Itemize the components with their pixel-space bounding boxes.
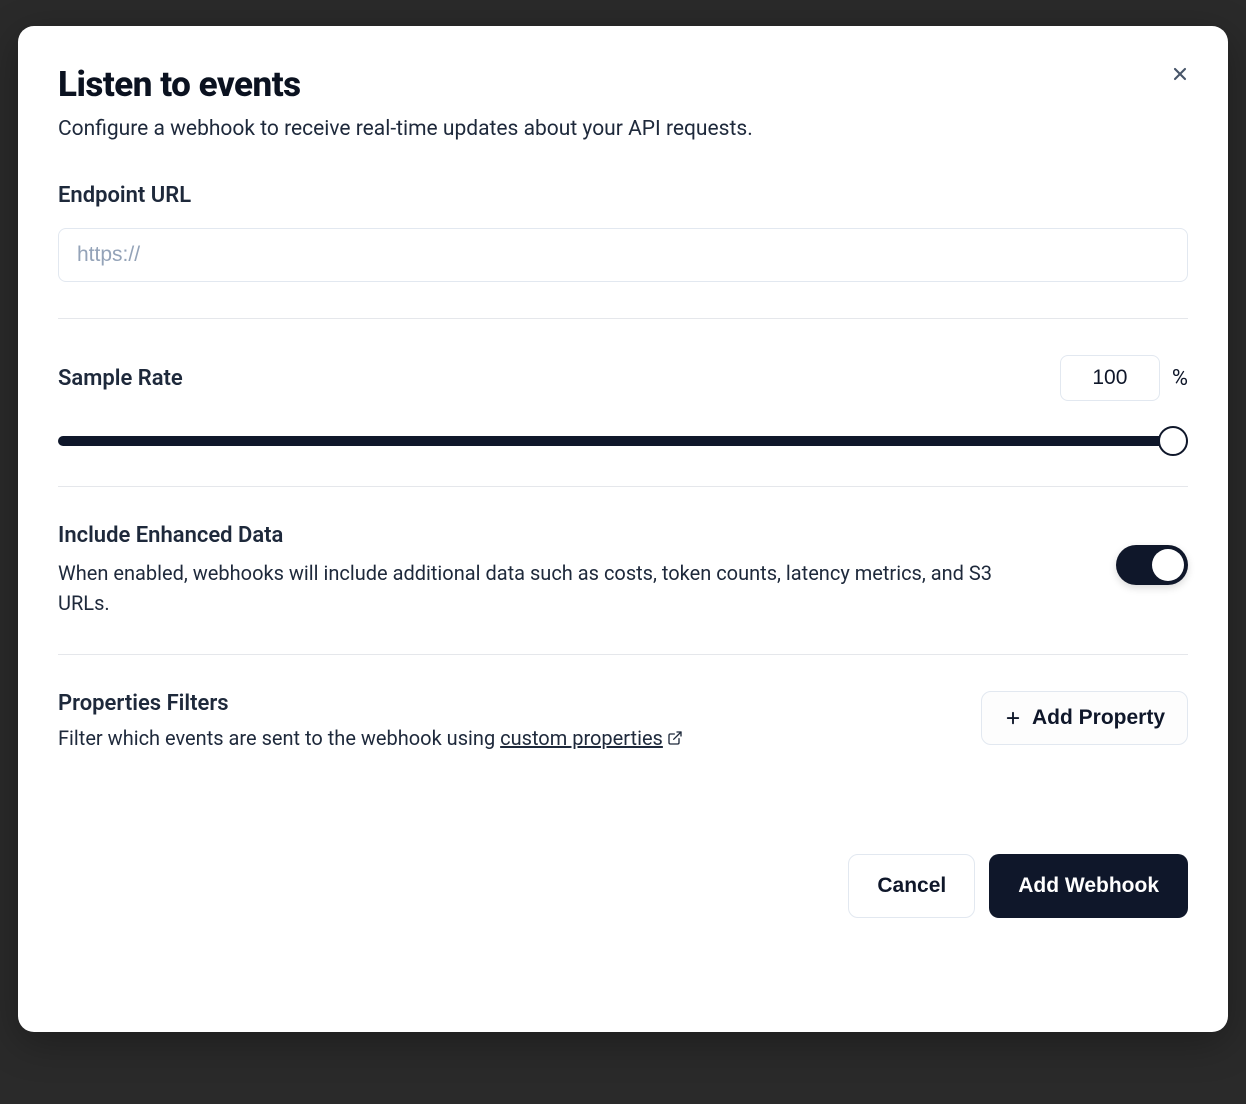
enhanced-data-text: Include Enhanced Data When enabled, webh… <box>58 523 998 618</box>
custom-properties-link[interactable]: custom properties <box>500 726 683 750</box>
endpoint-section: Endpoint URL <box>58 183 1188 319</box>
enhanced-data-description: When enabled, webhooks will include addi… <box>58 558 998 618</box>
sample-rate-value-box: % <box>1060 355 1188 401</box>
percent-symbol: % <box>1172 366 1188 391</box>
enhanced-data-section: Include Enhanced Data When enabled, webh… <box>58 523 1188 655</box>
enhanced-data-toggle[interactable] <box>1116 545 1188 585</box>
sample-rate-slider[interactable] <box>58 436 1188 446</box>
toggle-knob <box>1152 549 1184 581</box>
close-icon <box>1170 64 1190 84</box>
filters-desc-prefix: Filter which events are sent to the webh… <box>58 726 500 750</box>
modal-actions: Cancel Add Webhook <box>58 854 1188 918</box>
cancel-button[interactable]: Cancel <box>848 854 975 918</box>
properties-filters-title: Properties Filters <box>58 691 683 716</box>
sample-rate-label: Sample Rate <box>58 366 183 391</box>
sample-rate-input[interactable] <box>1060 355 1160 401</box>
plus-icon <box>1004 709 1022 727</box>
modal-subtitle: Configure a webhook to receive real-time… <box>58 117 1188 141</box>
external-link-icon <box>667 730 683 746</box>
add-property-label: Add Property <box>1032 706 1165 730</box>
listen-events-modal: Listen to events Configure a webhook to … <box>18 26 1228 1032</box>
modal-title: Listen to events <box>58 64 1188 105</box>
properties-filters-description: Filter which events are sent to the webh… <box>58 726 683 750</box>
endpoint-label: Endpoint URL <box>58 183 1188 208</box>
add-webhook-button[interactable]: Add Webhook <box>989 854 1188 918</box>
sample-rate-section: Sample Rate % <box>58 355 1188 487</box>
add-property-button[interactable]: Add Property <box>981 691 1188 745</box>
close-button[interactable] <box>1160 54 1200 94</box>
properties-filters-text: Properties Filters Filter which events a… <box>58 691 683 750</box>
properties-filters-section: Properties Filters Filter which events a… <box>58 691 1188 786</box>
endpoint-url-input[interactable] <box>58 228 1188 282</box>
enhanced-data-title: Include Enhanced Data <box>58 523 998 548</box>
